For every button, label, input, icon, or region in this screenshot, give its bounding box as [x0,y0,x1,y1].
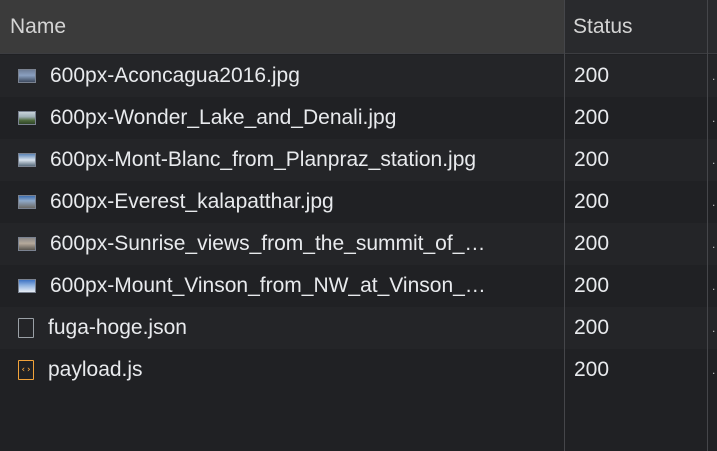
image-thumbnail-icon [18,195,36,209]
table-row[interactable]: 600px-Sunrise_views_from_the_summit_of_…… [0,223,717,265]
table-header: Name Status [0,0,717,54]
request-name: 600px-Wonder_Lake_and_Denali.jpg [50,106,397,129]
request-status: 200 [574,232,610,255]
column-divider[interactable] [707,0,708,451]
request-status: 200 [574,358,610,381]
request-name-cell[interactable]: 600px-Sunrise_views_from_the_summit_of_… [18,223,548,265]
network-requests-table: Name Status 600px-Aconcagua2016.jpg 200. 6… [0,0,717,451]
column-header-status[interactable]: Status [565,0,707,53]
truncated-column-edge: . [712,153,716,167]
image-thumbnail-icon [18,279,36,293]
request-name: 600px-Mount_Vinson_from_NW_at_Vinson_… [50,274,486,297]
truncated-column-edge: . [712,279,716,293]
request-name-cell[interactable]: 600px-Wonder_Lake_and_Denali.jpg [18,97,548,139]
request-status: 200 [574,316,610,339]
truncated-column-edge: . [712,321,716,335]
request-name: 600px-Everest_kalapatthar.jpg [50,190,334,213]
truncated-column-edge: . [712,111,716,125]
request-status: 200 [574,106,610,129]
image-thumbnail-icon [18,153,36,167]
truncated-column-edge: . [712,363,716,377]
script-file-icon: ‹› [18,360,34,380]
request-name-cell[interactable]: 600px-Aconcagua2016.jpg [18,55,548,97]
table-row[interactable]: ‹› payload.js 200. [0,349,717,391]
column-header-more[interactable] [708,0,717,53]
table-row[interactable]: 600px-Aconcagua2016.jpg 200. [0,55,717,97]
request-name: payload.js [48,358,143,381]
request-name-cell[interactable]: 600px-Mont-Blanc_from_Planpraz_station.j… [18,139,548,181]
table-row[interactable]: 600px-Wonder_Lake_and_Denali.jpg 200. [0,97,717,139]
table-row[interactable]: 600px-Mount_Vinson_from_NW_at_Vinson_… 20… [0,265,717,307]
image-thumbnail-icon [18,111,36,125]
truncated-column-edge: . [712,195,716,209]
request-name-cell[interactable]: ‹› payload.js [18,349,548,391]
request-name-cell[interactable]: 600px-Mount_Vinson_from_NW_at_Vinson_… [18,265,548,307]
request-status: 200 [574,274,610,297]
request-name: 600px-Aconcagua2016.jpg [50,64,300,87]
table-row[interactable]: 600px-Mont-Blanc_from_Planpraz_station.j… [0,139,717,181]
request-status: 200 [574,190,610,213]
request-name: 600px-Mont-Blanc_from_Planpraz_station.j… [50,148,477,171]
request-name: fuga-hoge.json [48,316,187,339]
request-name-cell[interactable]: fuga-hoge.json [18,307,548,349]
request-name: 600px-Sunrise_views_from_the_summit_of_… [50,232,486,255]
request-status: 200 [574,148,610,171]
truncated-column-edge: . [712,69,716,83]
column-header-name[interactable]: Name [0,0,564,53]
image-thumbnail-icon [18,69,36,83]
document-icon [18,318,34,338]
request-name-cell[interactable]: 600px-Everest_kalapatthar.jpg [18,181,548,223]
image-thumbnail-icon [18,237,36,251]
truncated-column-edge: . [712,237,716,251]
table-row[interactable]: 600px-Everest_kalapatthar.jpg 200. [0,181,717,223]
table-row[interactable]: fuga-hoge.json 200. [0,307,717,349]
request-status: 200 [574,64,610,87]
column-divider[interactable] [564,0,565,451]
